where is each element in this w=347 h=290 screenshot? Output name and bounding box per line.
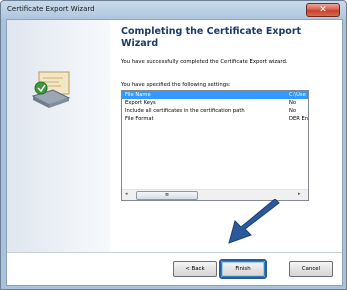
settings-listbox[interactable]: File Name C:\Use Export Keys No Include … (121, 90, 309, 201)
scroll-right-icon[interactable]: ▸ (298, 191, 301, 197)
setting-name: Include all certificates in the certific… (125, 108, 245, 114)
wizard-window: Certificate Export Wizard ✕ Completing t… (0, 0, 347, 290)
setting-value: DER En (289, 116, 309, 122)
setting-name: File Name (125, 92, 151, 98)
list-item[interactable]: File Format DER En (122, 115, 308, 123)
cancel-button[interactable]: Cancel (289, 261, 333, 277)
wizard-side-panel (7, 20, 110, 252)
list-item[interactable]: Include all certificates in the certific… (122, 107, 308, 115)
list-item[interactable]: Export Keys No (122, 99, 308, 107)
page-title: Completing the Certificate Export Wizard (121, 26, 302, 49)
close-button[interactable]: ✕ (306, 3, 340, 17)
certificate-icon (31, 71, 71, 108)
scroll-left-icon[interactable]: ◂ (125, 191, 128, 197)
list-item[interactable]: File Name C:\Use (122, 91, 308, 99)
setting-name: Export Keys (125, 100, 156, 106)
footer-divider (7, 252, 342, 253)
back-button[interactable]: < Back (173, 261, 217, 277)
finish-button[interactable]: Finish (221, 261, 265, 277)
setting-name: File Format (125, 116, 154, 122)
window-title: Certificate Export Wizard (7, 5, 95, 13)
setting-value: C:\Use (289, 92, 306, 98)
title-bar[interactable]: Certificate Export Wizard ✕ (1, 1, 346, 19)
close-icon: ✕ (319, 5, 327, 15)
wizard-body: Completing the Certificate Export Wizard… (6, 19, 343, 286)
settings-caption: You have specified the following setting… (121, 82, 231, 88)
scrollbar-thumb[interactable]: ≡ (136, 191, 198, 200)
grip-icon: ≡ (164, 192, 170, 198)
arrow-pointer-icon (228, 199, 280, 244)
success-message: You have successfully completed the Cert… (121, 59, 288, 65)
setting-value: No (289, 108, 297, 114)
setting-value: No (289, 100, 297, 106)
